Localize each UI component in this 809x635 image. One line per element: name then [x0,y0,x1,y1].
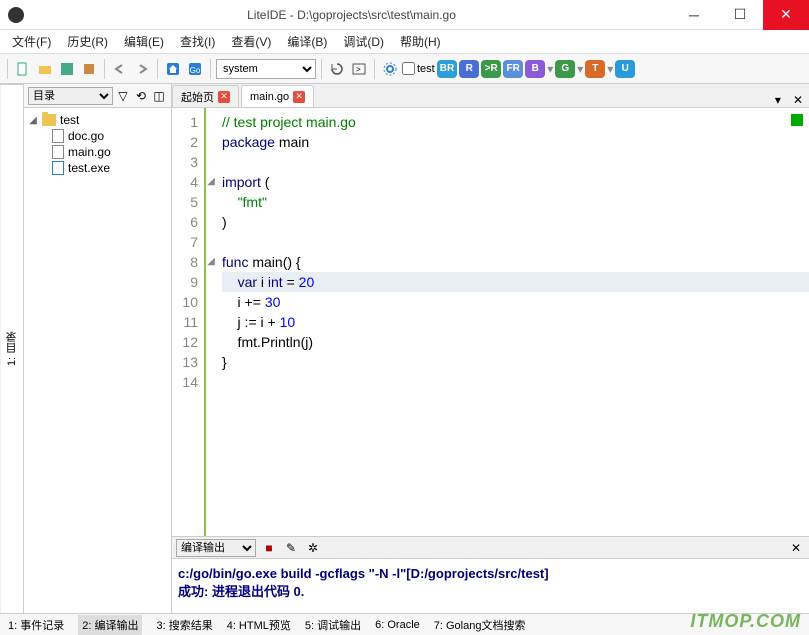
badge-u[interactable]: U [615,60,635,78]
badge-b[interactable]: B [525,60,545,78]
tree-file[interactable]: doc.go [52,128,167,144]
status-event-log[interactable]: 1: 事件记录 [8,617,64,633]
tab-close-all-icon[interactable]: ✕ [787,93,809,107]
tab-main-go[interactable]: main.go✕ [241,85,314,107]
badge-g[interactable]: G [555,60,575,78]
editor-tabs: 起始页✕ main.go✕ ▾ ✕ [172,84,809,108]
terminal-icon[interactable]: > [349,59,369,79]
new-file-icon[interactable] [13,59,33,79]
close-button[interactable]: ✕ [763,0,809,30]
rail-tab-dir[interactable]: 1: 目录 [1,84,23,613]
fold-column: ◢◢ [206,108,216,536]
status-search[interactable]: 3: 搜索结果 [156,617,212,633]
badge-fr[interactable]: FR [503,60,523,78]
output-body[interactable]: c:/go/bin/go.exe build -gcflags "-N -l"[… [172,559,809,613]
maximize-button[interactable]: ☐ [717,0,763,30]
status-godoc[interactable]: 7: Golang文档搜索 [434,617,526,633]
menu-compile[interactable]: 编译(B) [279,31,335,52]
settings-icon[interactable]: ✲ [304,539,322,557]
badge-sr[interactable]: >R [481,60,501,78]
status-html[interactable]: 4: HTML预览 [227,617,291,633]
test-checkbox[interactable]: test [402,62,435,75]
code-editor[interactable]: 1234567891011121314 ◢◢ // test project m… [172,108,809,536]
toolbar: Go system > test BR R >R FR B ▾ G ▾ T ▾ … [0,54,809,84]
menu-find[interactable]: 查找(I) [172,31,223,52]
menu-help[interactable]: 帮助(H) [392,31,449,52]
output-selector[interactable]: 编译输出 [176,539,256,557]
folder-icon[interactable] [35,59,55,79]
reload-icon[interactable] [327,59,347,79]
status-compile-out[interactable]: 2: 编译输出 [78,615,142,635]
sidebar-selector[interactable]: 目录 [28,87,113,105]
file-icon [52,145,64,159]
sync-icon[interactable]: ⟲ [133,88,149,104]
filter-icon[interactable]: ▽ [115,88,131,104]
status-oracle[interactable]: 6: Oracle [375,619,420,631]
badge-r[interactable]: R [459,60,479,78]
left-rail: 1: 目录 2: 类视图 3: 大纲 4: Package浏览 5: 文件系统 [0,84,24,613]
expand-icon[interactable]: ◢ [28,115,38,126]
titlebar: LiteIDE - D:\goprojects\src\test\main.go… [0,0,809,30]
app-icon [8,7,24,23]
line-gutter: 1234567891011121314 [172,108,206,536]
clear-icon[interactable]: ✎ [282,539,300,557]
stop-icon[interactable]: ■ [260,539,278,557]
exe-icon [52,161,64,175]
badge-br[interactable]: BR [437,60,457,78]
gear-icon[interactable] [380,59,400,79]
menu-history[interactable]: 历史(R) [59,31,116,52]
minimize-button[interactable]: ─ [671,0,717,30]
menubar: 文件(F) 历史(R) 编辑(E) 查找(I) 查看(V) 编译(B) 调试(D… [0,30,809,54]
redo-icon[interactable] [132,59,152,79]
output-pane: 编译输出 ■ ✎ ✲ ✕ c:/go/bin/go.exe build -gcf… [172,536,809,613]
tree-file[interactable]: main.go [52,144,167,160]
undo-icon[interactable] [110,59,130,79]
tab-start[interactable]: 起始页✕ [172,85,239,107]
env-select[interactable]: system [216,59,316,79]
sidebar: 目录 ▽ ⟲ ◫ ◢ test doc.go main.go test.exe [24,84,172,613]
close-panel-icon[interactable]: ✕ [787,539,805,557]
save-all-icon[interactable] [79,59,99,79]
svg-text:Go: Go [190,66,201,75]
window-title: LiteIDE - D:\goprojects\src\test\main.go [32,8,671,22]
home-icon[interactable] [163,59,183,79]
file-icon [52,129,64,143]
tab-dropdown-icon[interactable]: ▾ [769,93,787,107]
close-icon[interactable]: ✕ [293,91,305,103]
folder-icon [42,114,56,126]
go-icon[interactable]: Go [185,59,205,79]
badge-t[interactable]: T [585,60,605,78]
code-marker [791,114,803,126]
menu-file[interactable]: 文件(F) [4,31,59,52]
rail-tab-class[interactable]: 2: 类视图 [0,84,1,613]
status-debug[interactable]: 5: 调试输出 [305,617,361,633]
menu-edit[interactable]: 编辑(E) [116,31,172,52]
save-icon[interactable] [57,59,77,79]
menu-debug[interactable]: 调试(D) [335,31,392,52]
file-tree: ◢ test doc.go main.go test.exe [24,108,171,613]
code-body[interactable]: // test project main.gopackage main impo… [216,108,809,536]
tree-file[interactable]: test.exe [52,160,167,176]
close-icon[interactable]: ✕ [218,91,230,103]
svg-text:>: > [356,65,361,74]
split-icon[interactable]: ◫ [151,88,167,104]
watermark: ITMOP.COM [690,611,801,632]
status-bar: 1: 事件记录 2: 编译输出 3: 搜索结果 4: HTML预览 5: 调试输… [0,613,809,635]
menu-view[interactable]: 查看(V) [223,31,279,52]
tree-folder-test[interactable]: ◢ test [28,112,167,128]
